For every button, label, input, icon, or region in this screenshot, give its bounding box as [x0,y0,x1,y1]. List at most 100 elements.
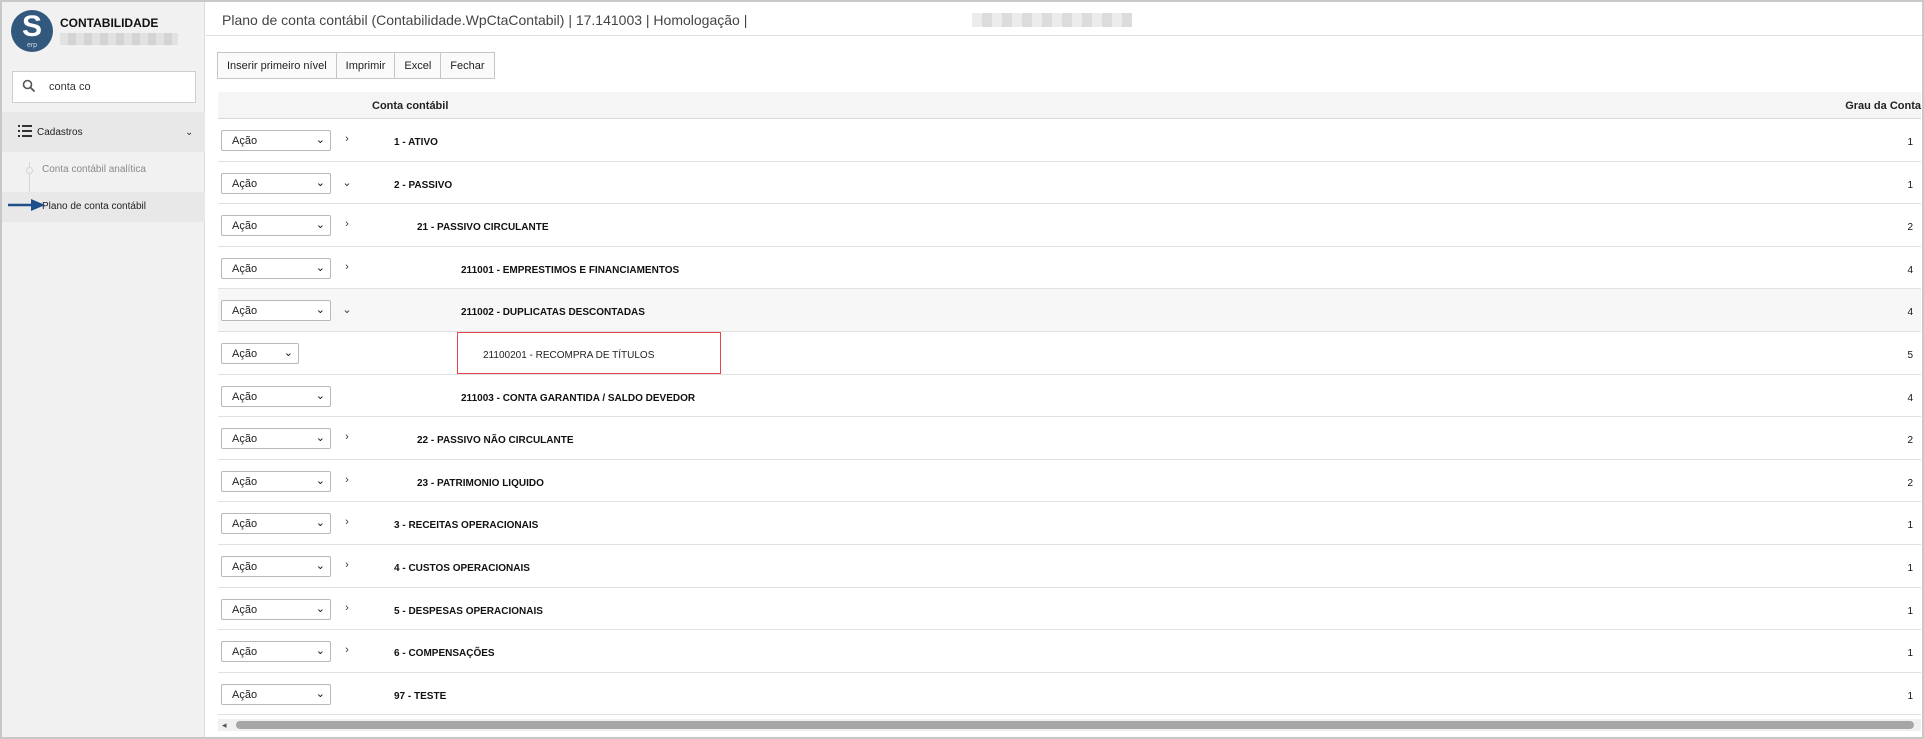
account-name: 23 - PATRIMONIO LIQUIDO [417,477,544,489]
logo-sub: erp [26,42,38,49]
horizontal-scrollbar[interactable]: ◂ [218,719,1921,731]
scroll-left-icon[interactable]: ◂ [222,720,227,731]
action-select[interactable]: Ação ⌄ [221,215,331,237]
collapse-icon[interactable]: ⌄ [342,176,352,189]
search-icon [22,79,36,93]
grid-header: Conta contábil Grau da Conta [218,92,1921,119]
sidebar: S erp CONTABILIDADE Cadastros ⌄ Conta co… [2,2,205,737]
expand-icon[interactable]: › [342,133,352,145]
table-row[interactable]: Ação ⌄ 21100201 - RECOMPRA DE TÍTULOS 5 [218,331,1921,375]
annotation-arrow-icon [8,199,45,211]
table-row[interactable]: Ação ⌄ › 5 - DESPESAS OPERACIONAIS 1 [218,587,1921,631]
action-select[interactable]: Ação ⌄ [221,683,331,705]
expand-icon[interactable]: › [342,644,352,656]
account-grade: 1 [1907,648,1913,660]
toolbar: Inserir primeiro nível Imprimir Excel Fe… [217,52,495,79]
collapse-icon[interactable]: ⌄ [342,303,352,316]
action-select[interactable]: Ação ⌄ [221,385,331,407]
action-select[interactable]: Ação ⌄ [221,172,331,194]
account-grade: 4 [1907,307,1913,319]
action-select-value: Ação [232,177,258,190]
table-row[interactable]: Ação ⌄ ⌄ 2 - PASSIVO 1 [218,161,1921,205]
chevron-down-icon: ⌄ [315,176,325,189]
page-header: Plano de conta contábil (Contabilidade.W… [206,2,1922,36]
tree-dot [26,167,33,174]
column-header-grade[interactable]: Grau da Conta [1845,100,1921,112]
action-select-value: Ação [232,646,258,659]
expand-icon[interactable]: › [342,559,352,571]
action-select[interactable]: Ação ⌄ [221,342,299,364]
chevron-down-icon: ⌄ [315,304,325,317]
chevron-down-icon: ⌄ [315,474,325,487]
table-row[interactable]: Ação ⌄ › 23 - PATRIMONIO LIQUIDO 2 [218,459,1921,503]
expand-icon[interactable]: › [342,474,352,486]
account-grade: 1 [1907,137,1913,148]
print-button[interactable]: Imprimir [336,53,396,78]
account-grade: 5 [1907,349,1913,361]
expand-icon[interactable]: › [342,602,352,614]
action-select[interactable]: Ação ⌄ [221,641,331,663]
table-row[interactable]: Ação ⌄ › 4 - CUSTOS OPERACIONAIS 1 [218,544,1921,588]
action-select[interactable]: Ação ⌄ [221,513,331,535]
action-select-value: Ação [232,347,258,360]
account-grade: 4 [1907,264,1913,276]
action-select[interactable]: Ação ⌄ [221,598,331,620]
expand-icon[interactable]: › [342,218,352,230]
account-name: 97 - TESTE [394,690,447,702]
account-name: 1 - ATIVO [394,137,438,148]
account-grade: 1 [1907,179,1913,191]
table-row[interactable]: Ação ⌄ 211003 - CONTA GARANTIDA / SALDO DE… [218,374,1921,418]
insert-first-level-button[interactable]: Inserir primeiro nível [218,53,337,78]
table-row[interactable]: Ação ⌄ ⌄ 211002 - DUPLICATAS DESCONTADAS 4 [218,289,1921,332]
action-select[interactable]: Ação ⌄ [221,257,331,279]
table-row[interactable]: Ação ⌄ › 3 - RECEITAS OPERACIONAIS 1 [218,502,1921,545]
table-row[interactable]: Ação ⌄ › 6 - COMPENSAÇÕES 1 [218,630,1921,673]
expand-icon[interactable]: › [342,516,352,528]
action-select[interactable]: Ação ⌄ [221,300,331,322]
expand-icon[interactable]: › [342,431,352,443]
action-select[interactable]: Ação ⌄ [221,470,331,492]
chevron-down-icon: ⌄ [315,134,325,146]
account-grade: 1 [1907,520,1913,532]
action-select[interactable]: Ação ⌄ [221,555,331,577]
expand-icon[interactable]: › [342,261,352,273]
table-row[interactable]: Ação ⌄ 97 - TESTE 1 [218,672,1921,716]
account-name: 211001 - EMPRESTIMOS E FINANCIAMENTOS [461,264,680,276]
account-name: 4 - CUSTOS OPERACIONAIS [394,562,530,574]
sidebar-item-conta-contabil-analitica[interactable]: Conta contábil analítica [42,164,146,175]
table-row[interactable]: Ação ⌄ › 22 - PASSIVO NÃO CIRCULANTE 2 [218,417,1921,460]
chevron-down-icon: ⌄ [315,389,325,402]
account-grade: 4 [1907,392,1913,404]
highlight-box [457,331,721,374]
action-select-value: Ação [232,390,258,403]
menu-group-label: Cadastros [37,127,83,138]
scrollbar-thumb[interactable] [236,721,1914,729]
redacted-environment [972,13,1132,27]
action-select-value: Ação [232,135,258,147]
table-row[interactable]: Ação ⌄ › 1 - ATIVO 1 [218,119,1921,162]
menu-search[interactable] [12,71,196,103]
menu-group-cadastros[interactable]: Cadastros ⌄ [2,112,205,152]
table-row[interactable]: Ação ⌄ › 211001 - EMPRESTIMOS E FINANCIAMEN… [218,246,1921,290]
account-name: 21 - PASSIVO CIRCULANTE [417,222,549,234]
chevron-down-icon: ⌄ [283,346,293,359]
account-name: 2 - PASSIVO [394,179,453,191]
close-button[interactable]: Fechar [441,53,494,78]
chevron-down-icon: ⌄ [315,602,325,615]
column-header-account[interactable]: Conta contábil [372,100,448,112]
account-name: 211003 - CONTA GARANTIDA / SALDO DEVEDOR [461,392,696,404]
excel-button[interactable]: Excel [395,53,442,78]
table-row[interactable]: Ação ⌄ › 21 - PASSIVO CIRCULANTE 2 [218,204,1921,247]
action-select[interactable]: Ação ⌄ [221,428,331,450]
chevron-down-icon: ⌄ [315,645,325,658]
action-select-value: Ação [232,603,258,616]
action-select[interactable]: Ação ⌄ [221,130,331,151]
logo[interactable]: S erp [11,10,53,52]
action-select-value: Ação [232,560,258,573]
chevron-down-icon: ⌄ [185,127,194,138]
action-select-value: Ação [232,305,258,318]
action-select-value: Ação [232,688,258,701]
app-title: CONTABILIDADE [60,16,159,30]
chevron-down-icon: ⌄ [315,517,325,530]
search-input[interactable] [49,78,189,96]
